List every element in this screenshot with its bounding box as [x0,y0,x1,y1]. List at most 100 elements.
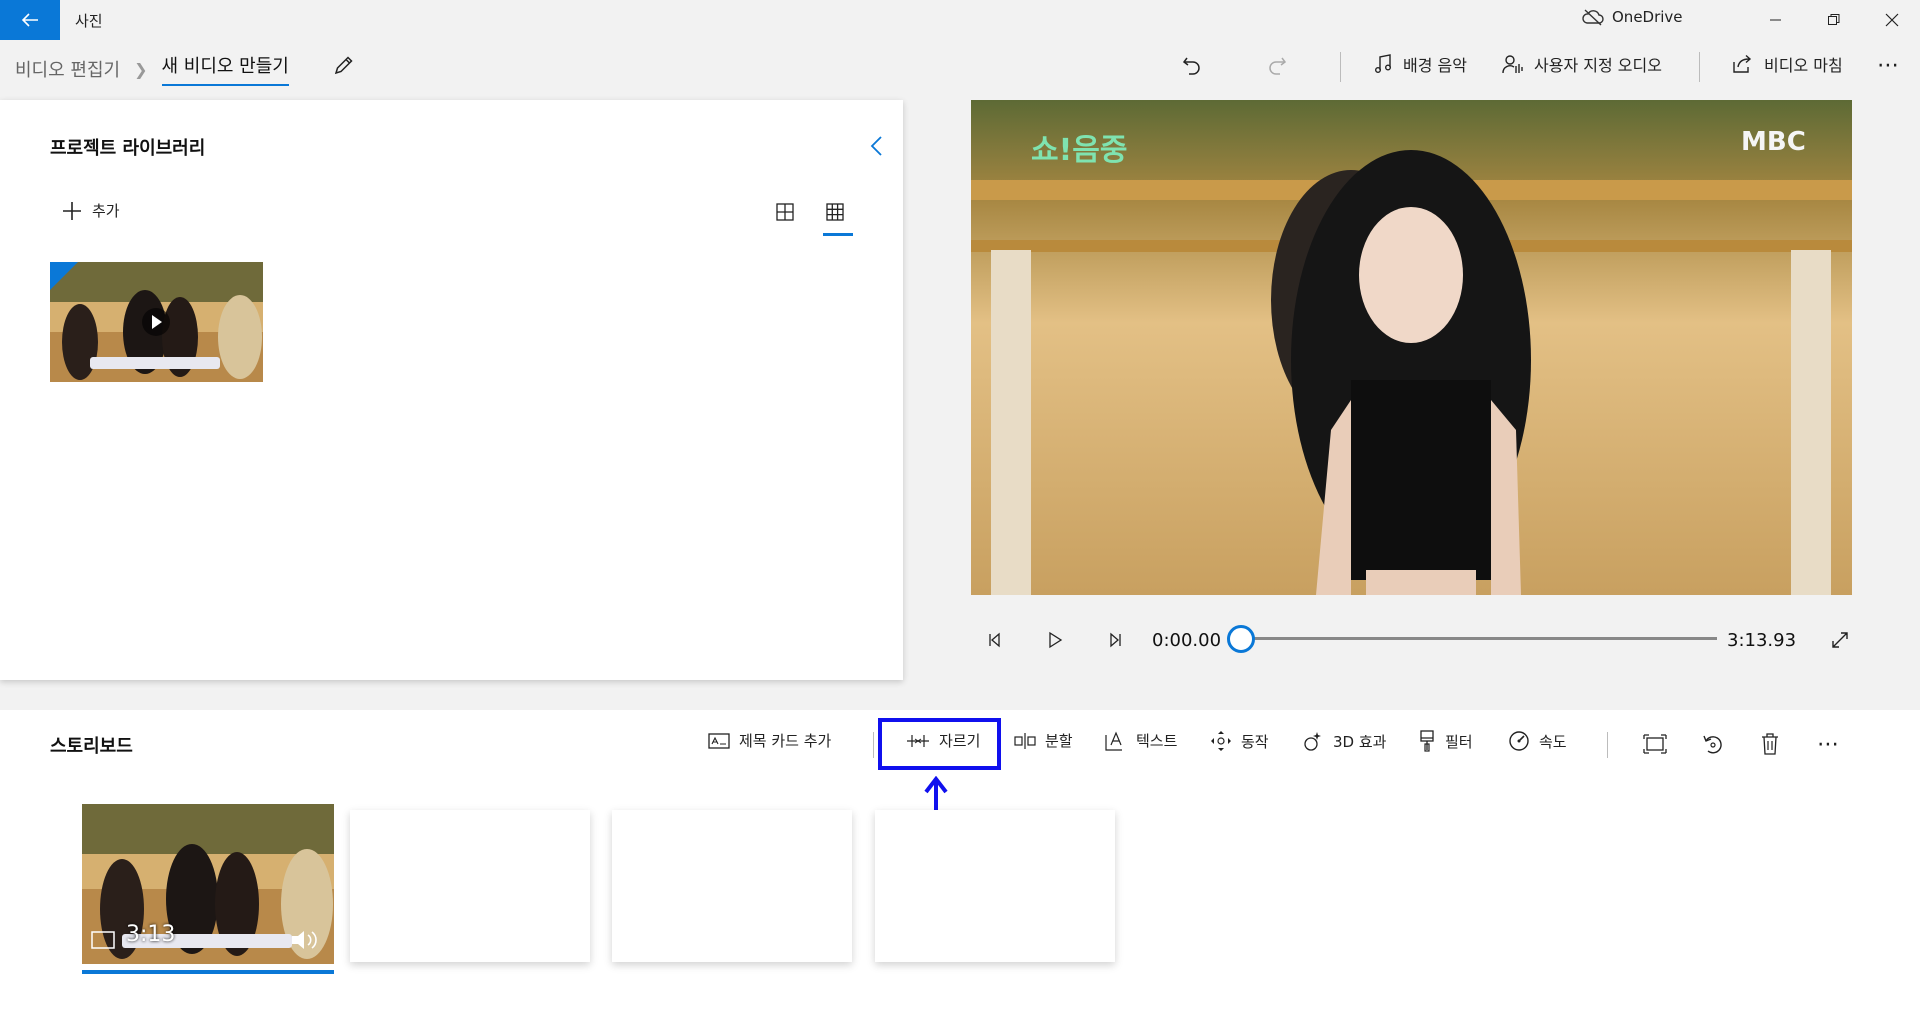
speed-label: 속도 [1539,732,1567,751]
music-note-icon [1375,54,1391,73]
library-title: 프로젝트 라이브러리 [50,138,206,159]
add-title-card-button[interactable]: 제목 카드 추가 [708,730,831,751]
player-controls [971,620,1852,660]
clip-selected-indicator [82,970,334,974]
divider [873,732,874,758]
speedometer-icon [1509,731,1529,751]
rotate-button[interactable] [1699,730,1727,758]
custom-audio-label: 사용자 지정 오디오 [1534,56,1662,75]
filters-label: 필터 [1445,732,1473,751]
title-bar: 사진 OneDrive [0,0,1920,40]
custom-audio-button[interactable]: 사용자 지정 오디오 [1502,52,1662,76]
redo-button[interactable] [1262,50,1292,80]
sparkle-icon [1304,732,1321,751]
text-label: 텍스트 [1136,732,1178,750]
restore-icon [1828,14,1840,25]
undo-icon [1182,57,1200,75]
minimize-button[interactable] [1748,0,1804,40]
trim-highlight-annotation [878,718,1001,770]
chevron-left-icon [870,136,882,156]
clip-thumbnail-image [82,804,334,964]
onedrive-label: OneDrive [1612,8,1683,26]
next-frame-button[interactable] [1103,628,1127,652]
step-forward-icon [1110,632,1121,648]
rename-button[interactable] [331,52,357,78]
motion-label: 동작 [1241,732,1269,751]
current-time: 0:00.00 [1152,630,1222,651]
filters-button[interactable]: 필터 [1418,730,1473,752]
add-media-button[interactable]: 추가 [62,200,120,221]
trash-icon [1762,733,1778,755]
seek-thumb[interactable] [1227,625,1255,653]
collapse-library-button[interactable] [865,134,889,158]
fullscreen-button[interactable] [1828,628,1852,652]
back-arrow-icon [21,13,38,27]
motion-icon [1211,731,1231,751]
close-button[interactable] [1864,0,1920,40]
undo-button[interactable] [1177,50,1207,80]
total-duration: 3:13.93 [1727,630,1797,651]
add-title-card-label: 제목 카드 추가 [739,732,832,750]
title-card-icon [708,732,730,749]
storyboard-more-button[interactable]: ⋯ [1814,730,1842,758]
rotate-icon [1703,735,1722,754]
pencil-icon [334,56,353,75]
onedrive-status[interactable]: OneDrive [1582,8,1683,26]
show-logo-text: 쇼!음중 [1031,133,1127,168]
large-thumbnail-view-button[interactable] [775,202,799,226]
empty-storyboard-slot[interactable] [612,810,852,962]
seek-bar[interactable] [1242,637,1717,640]
project-title[interactable]: 새 비디오 만들기 [161,52,289,86]
more-dots-icon: ⋯ [1877,52,1901,78]
resize-button[interactable] [1641,730,1669,758]
more-options-button[interactable]: ⋯ [1874,50,1904,80]
back-button[interactable] [0,0,60,40]
app-title: 사진 [75,12,103,30]
add-label: 추가 [92,202,120,220]
mbc-logo-text: MBC [1741,127,1806,157]
paint-brush-icon [1420,730,1434,752]
text-button[interactable]: 텍스트 [1105,730,1177,751]
chevron-right-icon: ❯ [134,59,148,79]
divider [1607,732,1608,758]
finish-video-button[interactable]: 비디오 마침 [1732,52,1843,76]
3d-effects-button[interactable]: 3D 효과 [1302,730,1386,752]
expand-icon [1832,632,1848,648]
breadcrumb-parent[interactable]: 비디오 편집기 [15,56,120,82]
grid-large-icon [776,203,794,221]
breadcrumb: 비디오 편집기 ❯ 새 비디오 만들기 [15,52,289,86]
close-icon [1885,13,1899,27]
empty-storyboard-slot[interactable] [350,810,590,962]
video-thumbnail-image [50,262,263,382]
grid-small-icon [826,203,844,221]
delete-button[interactable] [1756,730,1784,758]
step-back-icon [989,632,1000,648]
divider [1340,52,1341,82]
minimize-icon [1770,19,1781,21]
play-icon [1049,631,1063,649]
small-thumbnail-view-button[interactable] [825,202,849,226]
split-icon [1014,732,1036,749]
share-icon [1733,54,1752,73]
storyboard-clip[interactable] [82,804,334,964]
3d-effects-label: 3D 효과 [1333,732,1387,751]
crop-frame-icon [1643,734,1667,754]
background-music-label: 배경 음악 [1403,56,1467,75]
motion-button[interactable]: 동작 [1210,730,1269,752]
empty-storyboard-slot[interactable] [875,810,1115,962]
video-preview[interactable]: 쇼!음중 MBC [971,100,1852,595]
split-button[interactable]: 분할 [1014,730,1073,751]
clip-duration: 3:13 [126,922,176,947]
background-music-button[interactable]: 배경 음악 [1373,52,1467,76]
person-audio-icon [1502,55,1523,74]
play-button[interactable] [1043,628,1067,652]
text-icon [1105,730,1122,751]
preview-frame-image: 쇼!음중 MBC [971,100,1852,595]
library-video-thumbnail[interactable] [50,262,263,382]
previous-frame-button[interactable] [983,628,1007,652]
split-label: 분할 [1045,732,1073,750]
active-view-indicator [823,233,853,236]
speed-button[interactable]: 속도 [1508,730,1567,752]
restore-button[interactable] [1806,0,1862,40]
redo-icon [1269,57,1287,75]
